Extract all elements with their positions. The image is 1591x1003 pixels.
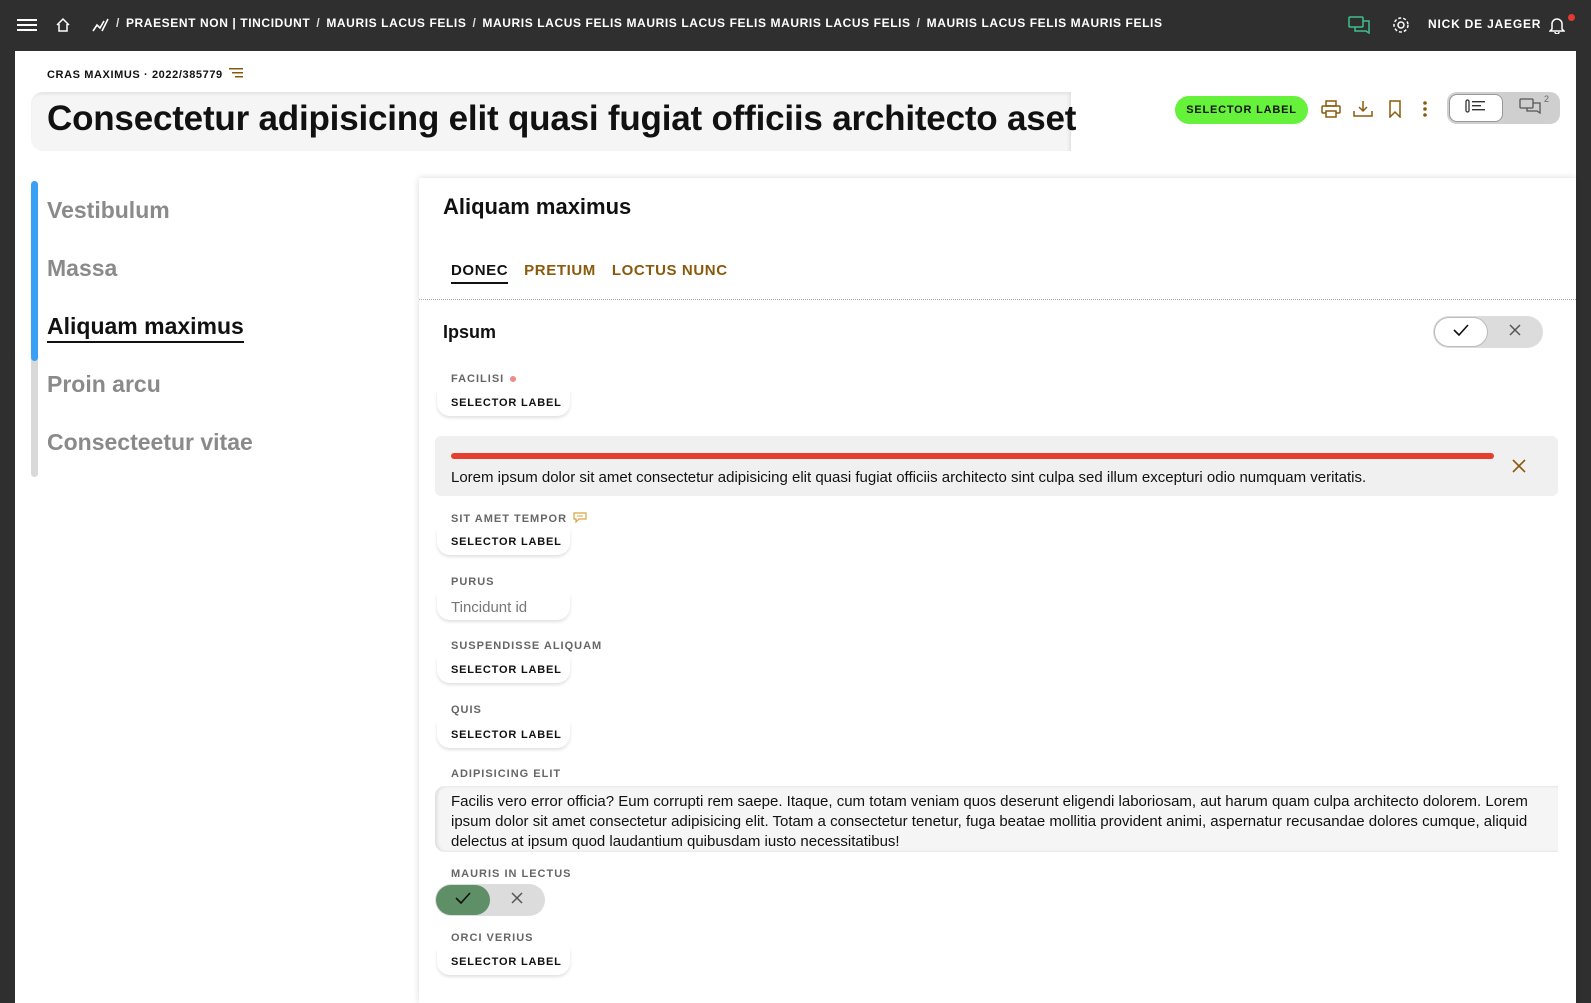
chat-icon[interactable] bbox=[1346, 12, 1372, 38]
check-icon bbox=[1453, 323, 1469, 341]
tab-pretium[interactable]: PRETIUM bbox=[524, 262, 596, 284]
check-icon bbox=[455, 891, 471, 909]
approve-button[interactable] bbox=[1434, 317, 1488, 347]
print-icon[interactable] bbox=[1319, 97, 1343, 121]
section-title: Ipsum bbox=[443, 322, 497, 342]
sidenav-item-massa[interactable]: Massa bbox=[47, 255, 117, 282]
breadcrumb-separator: / bbox=[472, 16, 477, 30]
list-filter-icon[interactable] bbox=[228, 68, 243, 81]
gear-icon[interactable] bbox=[1388, 12, 1414, 38]
breadcrumb-separator: / bbox=[916, 16, 921, 30]
field-label-text: SUSPENDISSE ALIQUAM bbox=[451, 640, 603, 652]
home-icon[interactable] bbox=[50, 12, 76, 38]
comments-view-button[interactable]: 2 bbox=[1503, 94, 1557, 122]
sit-amet-tempor-selector[interactable]: SELECTOR LABEL bbox=[437, 529, 570, 555]
breadcrumb: / PRAESENT NON | TINCIDUNT / MAURIS LACU… bbox=[116, 16, 1163, 30]
alert-close-icon[interactable] bbox=[1509, 456, 1529, 476]
suspendisse-aliquam-selector[interactable]: SELECTOR LABEL bbox=[437, 657, 570, 683]
mauris-in-lectus-toggle bbox=[435, 884, 545, 916]
more-vertical-icon[interactable] bbox=[1413, 97, 1437, 121]
comments-count: 2 bbox=[1543, 94, 1549, 104]
field-label-text: ADIPISICING ELIT bbox=[451, 768, 562, 780]
comments-icon bbox=[1519, 97, 1541, 119]
field-label-adipisicing-elit: ADIPISICING ELIT bbox=[451, 768, 561, 780]
alert-banner: Lorem ipsum dolor sit amet consectetur a… bbox=[435, 436, 1558, 496]
required-indicator bbox=[510, 376, 517, 382]
orci-verius-selector[interactable]: SELECTOR LABEL bbox=[437, 949, 570, 975]
sidenav-progress-bar bbox=[31, 181, 38, 361]
app-logo-icon[interactable] bbox=[88, 12, 114, 38]
field-label-text: PURUS bbox=[451, 576, 495, 588]
field-label-text: FACILISI bbox=[451, 373, 505, 385]
card-title: Aliquam maximus bbox=[443, 194, 632, 219]
list-view-icon bbox=[1465, 98, 1487, 119]
reject-button[interactable] bbox=[1488, 317, 1542, 347]
details-view-button[interactable] bbox=[1449, 94, 1503, 122]
page-title: Consectetur adipisicing elit quasi fugia… bbox=[47, 99, 1077, 138]
alert-text: Lorem ipsum dolor sit amet consectetur a… bbox=[451, 469, 1367, 486]
download-icon[interactable] bbox=[1351, 97, 1375, 121]
breadcrumb-separator: / bbox=[316, 16, 321, 30]
no-button[interactable] bbox=[490, 885, 544, 915]
comment-icon[interactable] bbox=[573, 512, 587, 526]
top-bar: / PRAESENT NON | TINCIDUNT / MAURIS LACU… bbox=[0, 0, 1591, 51]
bell-icon[interactable] bbox=[1544, 12, 1570, 38]
close-icon bbox=[1509, 323, 1521, 341]
tab-loctus-nunc[interactable]: LOCTUS NUNC bbox=[612, 262, 728, 284]
sidenav-item-vestibulum[interactable]: Vestibulum bbox=[47, 197, 170, 224]
quis-selector[interactable]: SELECTOR LABEL bbox=[437, 722, 570, 748]
purus-input[interactable]: Tincidunt id bbox=[437, 594, 570, 620]
yes-button[interactable] bbox=[436, 885, 490, 915]
sidenav-item-aliquam-maximus[interactable]: Aliquam maximus bbox=[47, 313, 244, 343]
record-meta: CRAS MAXIMUS · 2022/385779 bbox=[47, 68, 243, 81]
alert-progress-bar bbox=[451, 453, 1494, 459]
adipisicing-elit-textarea[interactable]: Facilis vero error officia? Eum corrupti… bbox=[435, 786, 1558, 852]
view-mode-toggle: 2 bbox=[1447, 92, 1560, 124]
bookmark-icon[interactable] bbox=[1383, 97, 1407, 121]
field-label-text: SIT AMET TEMPOR bbox=[451, 513, 568, 525]
field-label-purus: PURUS bbox=[451, 576, 495, 588]
sidenav-item-consecteetur-vitae[interactable]: Consecteetur vitae bbox=[47, 429, 253, 456]
breadcrumb-item[interactable]: MAURIS LACUS FELIS MAURIS LACUS FELIS MA… bbox=[482, 16, 910, 30]
facilisi-selector[interactable]: SELECTOR LABEL bbox=[437, 390, 570, 416]
tab-donec[interactable]: DONEC bbox=[451, 262, 509, 284]
field-label-mauris-in-lectus: MAURIS IN LECTUS bbox=[451, 868, 572, 880]
main-card: Aliquam maximus DONEC PRETIUM LOCTUS NUN… bbox=[419, 178, 1576, 1003]
breadcrumb-item[interactable]: MAURIS LACUS FELIS bbox=[326, 16, 466, 30]
sidenav-item-proin-arcu[interactable]: Proin arcu bbox=[47, 371, 161, 398]
status-selector-button[interactable]: SELECTOR LABEL bbox=[1175, 96, 1308, 124]
field-label-sit-amet-tempor: SIT AMET TEMPOR bbox=[451, 512, 587, 526]
close-icon bbox=[511, 891, 523, 909]
field-label-text: ORCI VERIUS bbox=[451, 932, 534, 944]
hamburger-menu-icon[interactable] bbox=[14, 12, 40, 38]
field-label-suspendisse-aliquam: SUSPENDISSE ALIQUAM bbox=[451, 640, 602, 652]
tabs-divider bbox=[419, 299, 1576, 300]
section-approve-toggle bbox=[1433, 316, 1543, 348]
field-label-facilisi: FACILISI bbox=[451, 373, 517, 385]
tab-bar: DONEC PRETIUM LOCTUS NUNC bbox=[451, 262, 728, 284]
field-label-text: MAURIS IN LECTUS bbox=[451, 868, 572, 880]
breadcrumb-item[interactable]: PRAESENT NON | TINCIDUNT bbox=[126, 16, 310, 30]
user-name[interactable]: NICK DE JAEGER bbox=[1428, 17, 1541, 31]
field-label-text: QUIS bbox=[451, 704, 482, 716]
breadcrumb-item[interactable]: MAURIS LACUS FELIS MAURIS FELIS bbox=[927, 16, 1163, 30]
breadcrumb-separator: / bbox=[116, 16, 120, 30]
page: CRAS MAXIMUS · 2022/385779 Consectetur a… bbox=[15, 51, 1576, 1003]
field-label-orci-verius: ORCI VERIUS bbox=[451, 932, 534, 944]
record-meta-text: CRAS MAXIMUS · 2022/385779 bbox=[47, 68, 223, 81]
notification-dot bbox=[1568, 14, 1575, 21]
field-label-quis: QUIS bbox=[451, 704, 482, 716]
